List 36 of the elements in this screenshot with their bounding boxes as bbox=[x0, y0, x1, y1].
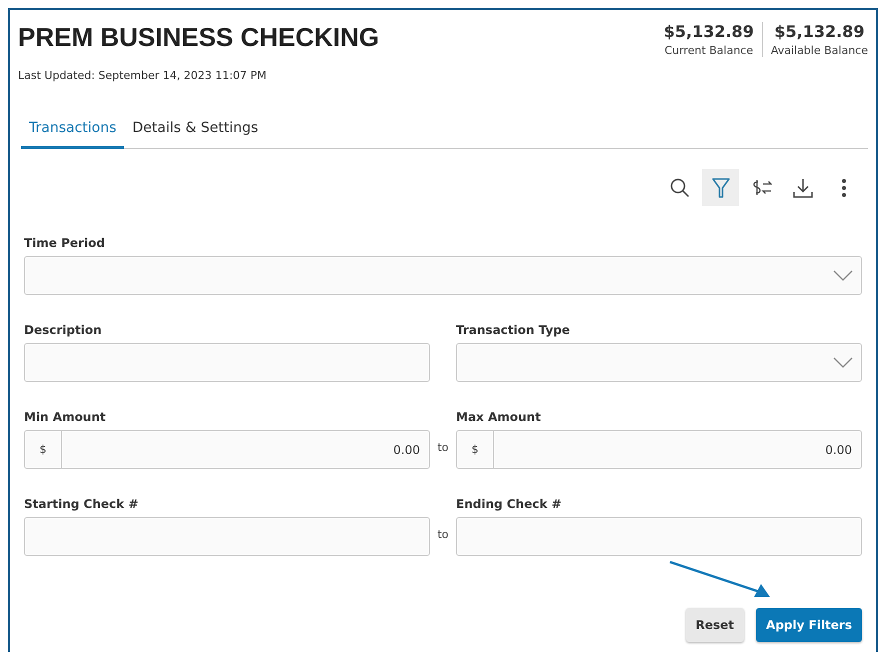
field-label: Min Amount bbox=[24, 410, 107, 424]
filter-button[interactable] bbox=[702, 169, 739, 206]
field-label: Starting Check # bbox=[24, 497, 140, 511]
amount-field[interactable]: $ 0.00 bbox=[24, 430, 430, 469]
balance-label: Current Balance bbox=[664, 44, 754, 57]
field-label: Description bbox=[24, 323, 103, 337]
field-label: Ending Check # bbox=[456, 497, 563, 511]
input-field[interactable] bbox=[24, 343, 430, 382]
amount-value: 0.00 bbox=[824, 442, 853, 456]
apply-button[interactable]: Apply Filters bbox=[756, 608, 862, 642]
tab[interactable]: Transactions bbox=[21, 112, 124, 149]
currency-prefix: $ bbox=[25, 431, 62, 468]
chevron-down-icon bbox=[833, 357, 853, 368]
reset-button[interactable]: Reset bbox=[686, 608, 744, 642]
field-label: Transaction Type bbox=[456, 323, 571, 337]
transfer-icon bbox=[752, 180, 772, 196]
chevron-down-icon bbox=[833, 270, 853, 281]
field-label: Time Period bbox=[24, 236, 106, 250]
balance-label: Available Balance bbox=[770, 44, 868, 57]
range-separator: to bbox=[436, 440, 450, 456]
field-label: Max Amount bbox=[456, 410, 542, 424]
more-icon bbox=[840, 178, 846, 198]
amount-value: 0.00 bbox=[392, 442, 421, 456]
balance-amount: $5,132.89 bbox=[664, 22, 754, 41]
download-icon bbox=[792, 178, 812, 198]
account-title: PREM BUSINESS CHECKING bbox=[18, 22, 380, 52]
search-icon bbox=[670, 178, 690, 198]
input-field[interactable] bbox=[24, 517, 430, 556]
range-separator: to bbox=[436, 527, 450, 543]
last-updated: Last Updated: September 14, 2023 11:07 PM bbox=[18, 69, 268, 82]
tab[interactable]: Details & Settings bbox=[124, 112, 266, 149]
amount-field[interactable]: $ 0.00 bbox=[456, 430, 862, 469]
input-field[interactable] bbox=[456, 517, 862, 556]
filter-icon bbox=[712, 178, 730, 198]
currency-prefix: $ bbox=[457, 431, 494, 468]
balance-amount: $5,132.89 bbox=[774, 22, 864, 41]
